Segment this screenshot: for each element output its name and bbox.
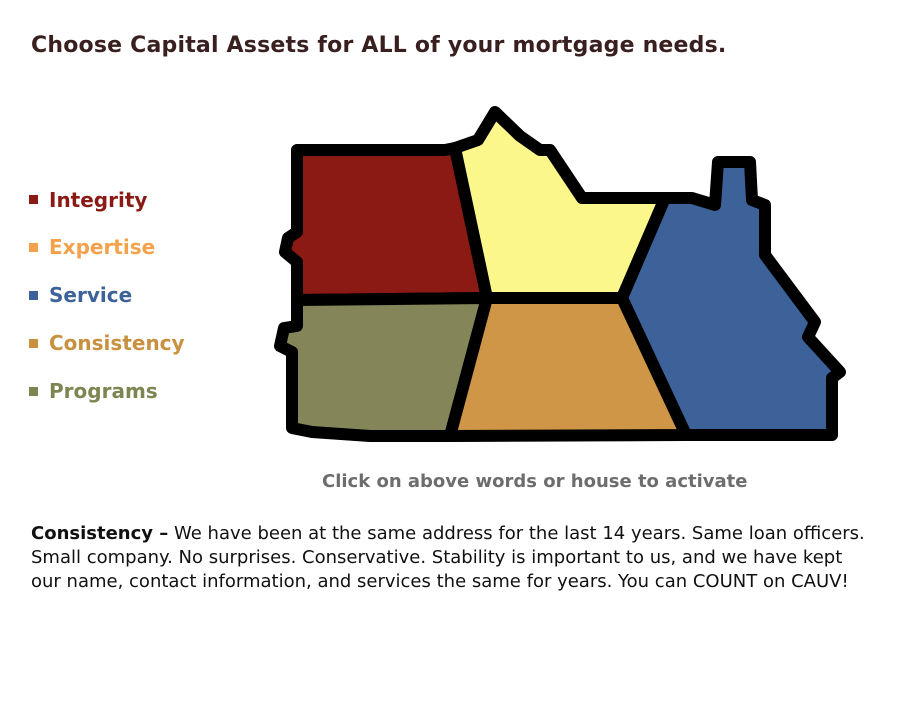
nav-item-service[interactable]: Service [29,271,185,319]
instruction-text: Click on above words or house to activat… [322,471,748,492]
nav-label-programs: Programs [49,379,158,403]
nav-item-consistency[interactable]: Consistency [29,319,185,367]
feature-description: Consistency – We have been at the same a… [31,522,871,594]
bullet-icon [29,242,38,252]
bullet-icon [29,386,38,396]
nav-item-programs[interactable]: Programs [29,367,185,415]
nav-label-integrity: Integrity [49,187,148,212]
bullet-icon [29,195,38,204]
bullet-icon [29,338,38,348]
nav-item-expertise[interactable]: Expertise [29,223,185,271]
bullet-icon [29,290,38,300]
house-image-map [272,104,852,449]
nav-label-consistency: Consistency [49,331,185,355]
nav-label-expertise: Expertise [49,235,156,259]
feature-nav: Integrity Expertise Service Consistency … [29,176,185,415]
house-graphic [274,106,846,442]
description-term: Consistency – [31,523,169,544]
nav-item-integrity[interactable]: Integrity [29,176,185,223]
nav-label-service: Service [49,283,133,307]
page-headline: Choose Capital Assets for ALL of your mo… [31,33,727,58]
